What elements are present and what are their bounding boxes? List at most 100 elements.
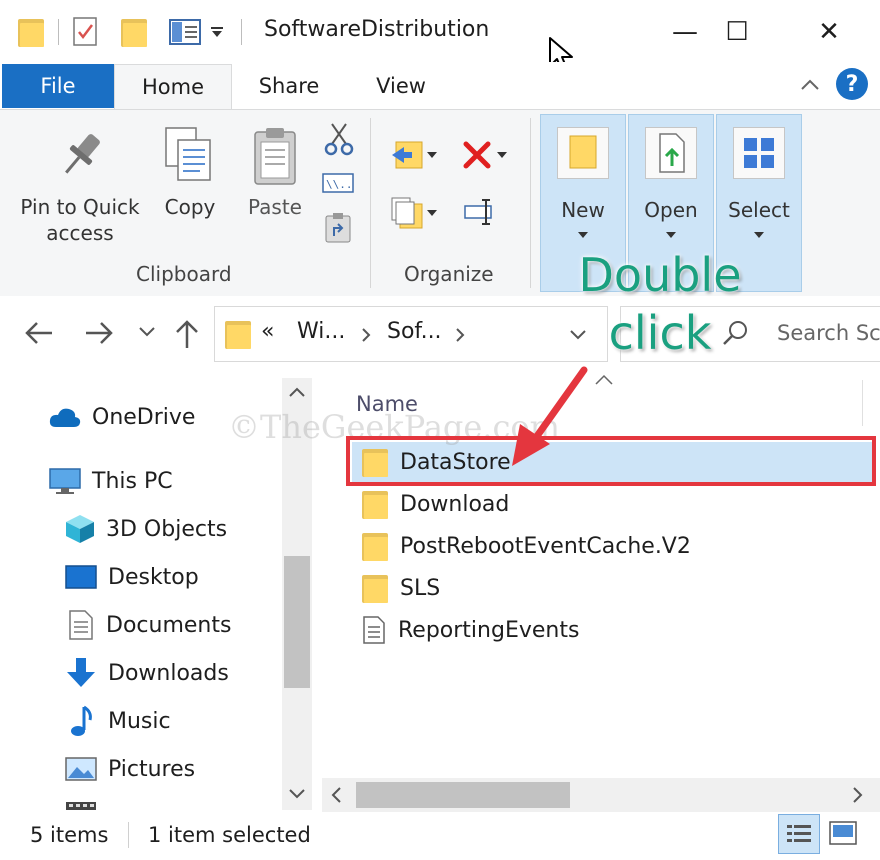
forward-arrow-icon[interactable] xyxy=(84,320,114,346)
new-label: New xyxy=(561,198,605,222)
monitor-icon xyxy=(48,466,82,496)
highlight-box xyxy=(346,436,876,486)
qat-separator-2 xyxy=(241,19,242,45)
large-icons-view-icon[interactable] xyxy=(828,818,858,848)
picture-icon xyxy=(64,755,98,783)
nav-item-pictures[interactable]: Pictures xyxy=(0,746,282,792)
ribbon-separator-2 xyxy=(530,118,531,288)
properties-icon[interactable] xyxy=(73,17,99,47)
file-list-hscroll-thumb[interactable] xyxy=(356,782,570,808)
up-arrow-icon[interactable] xyxy=(174,318,200,350)
minimize-button[interactable]: — xyxy=(660,12,710,52)
chevron-down-icon xyxy=(665,231,677,239)
view-pane-icon[interactable] xyxy=(169,18,201,46)
delete-button[interactable] xyxy=(462,140,508,170)
pin-to-quick-access-button[interactable]: Pin to Quick access xyxy=(10,122,150,252)
file-row-reportingevents[interactable]: ReportingEvents xyxy=(352,610,872,650)
back-arrow-icon[interactable] xyxy=(24,320,54,346)
address-overflow[interactable]: « xyxy=(261,319,274,344)
tab-file[interactable]: File xyxy=(2,64,114,108)
select-grid-icon xyxy=(733,127,785,179)
nav-label: Desktop xyxy=(108,564,199,590)
tab-view[interactable]: View xyxy=(350,64,452,108)
scroll-up-icon[interactable] xyxy=(288,386,306,398)
nav-label: 3D Objects xyxy=(106,516,228,542)
quick-access-toolbar xyxy=(18,12,250,52)
copy-path-icon[interactable]: \\.. xyxy=(322,172,354,194)
details-view-icon xyxy=(786,823,812,845)
move-to-button[interactable] xyxy=(390,138,438,172)
new-folder-icon[interactable] xyxy=(121,17,147,47)
copy-label: Copy xyxy=(164,195,216,219)
chevron-down-icon xyxy=(426,209,438,217)
nav-label: Music xyxy=(108,708,171,734)
nav-item-desktop[interactable]: Desktop xyxy=(0,554,282,600)
copy-button[interactable]: Copy xyxy=(156,122,224,232)
qat-dropdown-icon[interactable] xyxy=(207,18,227,46)
pin-icon xyxy=(58,130,104,180)
folder-icon xyxy=(362,489,388,519)
breadcrumb-chevron-icon[interactable] xyxy=(455,327,465,343)
download-arrow-icon xyxy=(64,656,98,690)
close-button[interactable]: ✕ xyxy=(804,12,854,52)
nav-item-3d-objects[interactable]: 3D Objects xyxy=(0,506,282,552)
file-row-postrebooteventcache[interactable]: PostRebootEventCache.V2 xyxy=(352,526,872,566)
open-label: Open xyxy=(644,198,698,222)
svg-text:\\..: \\.. xyxy=(326,178,353,191)
qat-separator xyxy=(58,19,59,45)
nav-label: OneDrive xyxy=(92,404,196,430)
scroll-left-icon[interactable] xyxy=(330,786,342,804)
copy-to-icon xyxy=(390,196,424,230)
nav-item-this-pc[interactable]: This PC xyxy=(0,458,282,504)
move-to-icon xyxy=(390,138,424,172)
nav-item-documents[interactable]: Documents xyxy=(0,602,282,648)
copy-icon xyxy=(164,126,214,184)
nav-pane-scroll-thumb[interactable] xyxy=(284,556,310,688)
paste-label: Paste xyxy=(248,195,302,219)
copy-to-button[interactable] xyxy=(390,196,438,230)
new-folder-icon xyxy=(557,127,609,179)
cut-icon[interactable] xyxy=(324,122,354,158)
file-row-download[interactable]: Download xyxy=(352,484,872,524)
nav-label: Pictures xyxy=(108,756,196,782)
desktop-icon xyxy=(64,563,98,591)
breadcrumb-chevron-icon[interactable] xyxy=(361,327,371,343)
folder-icon xyxy=(362,531,388,561)
details-view-button[interactable] xyxy=(778,814,820,854)
breadcrumb-softwaredistribution[interactable]: Sof... xyxy=(387,319,442,344)
ribbon-collapse-icon[interactable] xyxy=(795,70,825,100)
breadcrumb-windows[interactable]: Wi... xyxy=(297,319,345,344)
tab-home[interactable]: Home xyxy=(114,64,232,109)
scroll-right-icon[interactable] xyxy=(852,786,864,804)
help-button[interactable]: ? xyxy=(836,68,868,100)
annotation-line2: click xyxy=(608,306,712,360)
status-selection: 1 item selected xyxy=(148,823,311,847)
status-bar xyxy=(0,812,880,860)
open-file-icon xyxy=(645,127,697,179)
file-name: PostRebootEventCache.V2 xyxy=(400,533,691,559)
folder-icon xyxy=(362,573,388,603)
file-name: SLS xyxy=(400,575,441,601)
pin-label-line2: access xyxy=(46,221,114,245)
nav-item-downloads[interactable]: Downloads xyxy=(0,650,282,696)
annotation-label: Double click xyxy=(560,246,760,362)
folder-icon[interactable] xyxy=(18,17,44,47)
paste-icon xyxy=(252,126,298,186)
music-note-icon xyxy=(68,704,94,738)
recent-locations-chevron-icon[interactable] xyxy=(138,326,156,338)
address-folder-icon xyxy=(225,319,251,349)
maximize-button[interactable]: ☐ xyxy=(712,12,762,52)
nav-item-music[interactable]: Music xyxy=(0,698,282,744)
column-divider[interactable] xyxy=(862,380,863,426)
nav-label: Downloads xyxy=(108,660,229,686)
text-file-icon xyxy=(362,615,386,645)
tab-share[interactable]: Share xyxy=(236,64,342,108)
organize-group-label: Organize xyxy=(404,262,494,286)
file-row-sls[interactable]: SLS xyxy=(352,568,872,608)
address-bar[interactable]: « Wi... Sof... xyxy=(214,306,608,362)
paste-shortcut-icon[interactable] xyxy=(324,212,352,244)
nav-label: Documents xyxy=(106,612,232,638)
rename-icon[interactable] xyxy=(464,198,498,226)
scroll-down-icon[interactable] xyxy=(288,788,306,800)
paste-button[interactable]: Paste xyxy=(238,122,312,232)
